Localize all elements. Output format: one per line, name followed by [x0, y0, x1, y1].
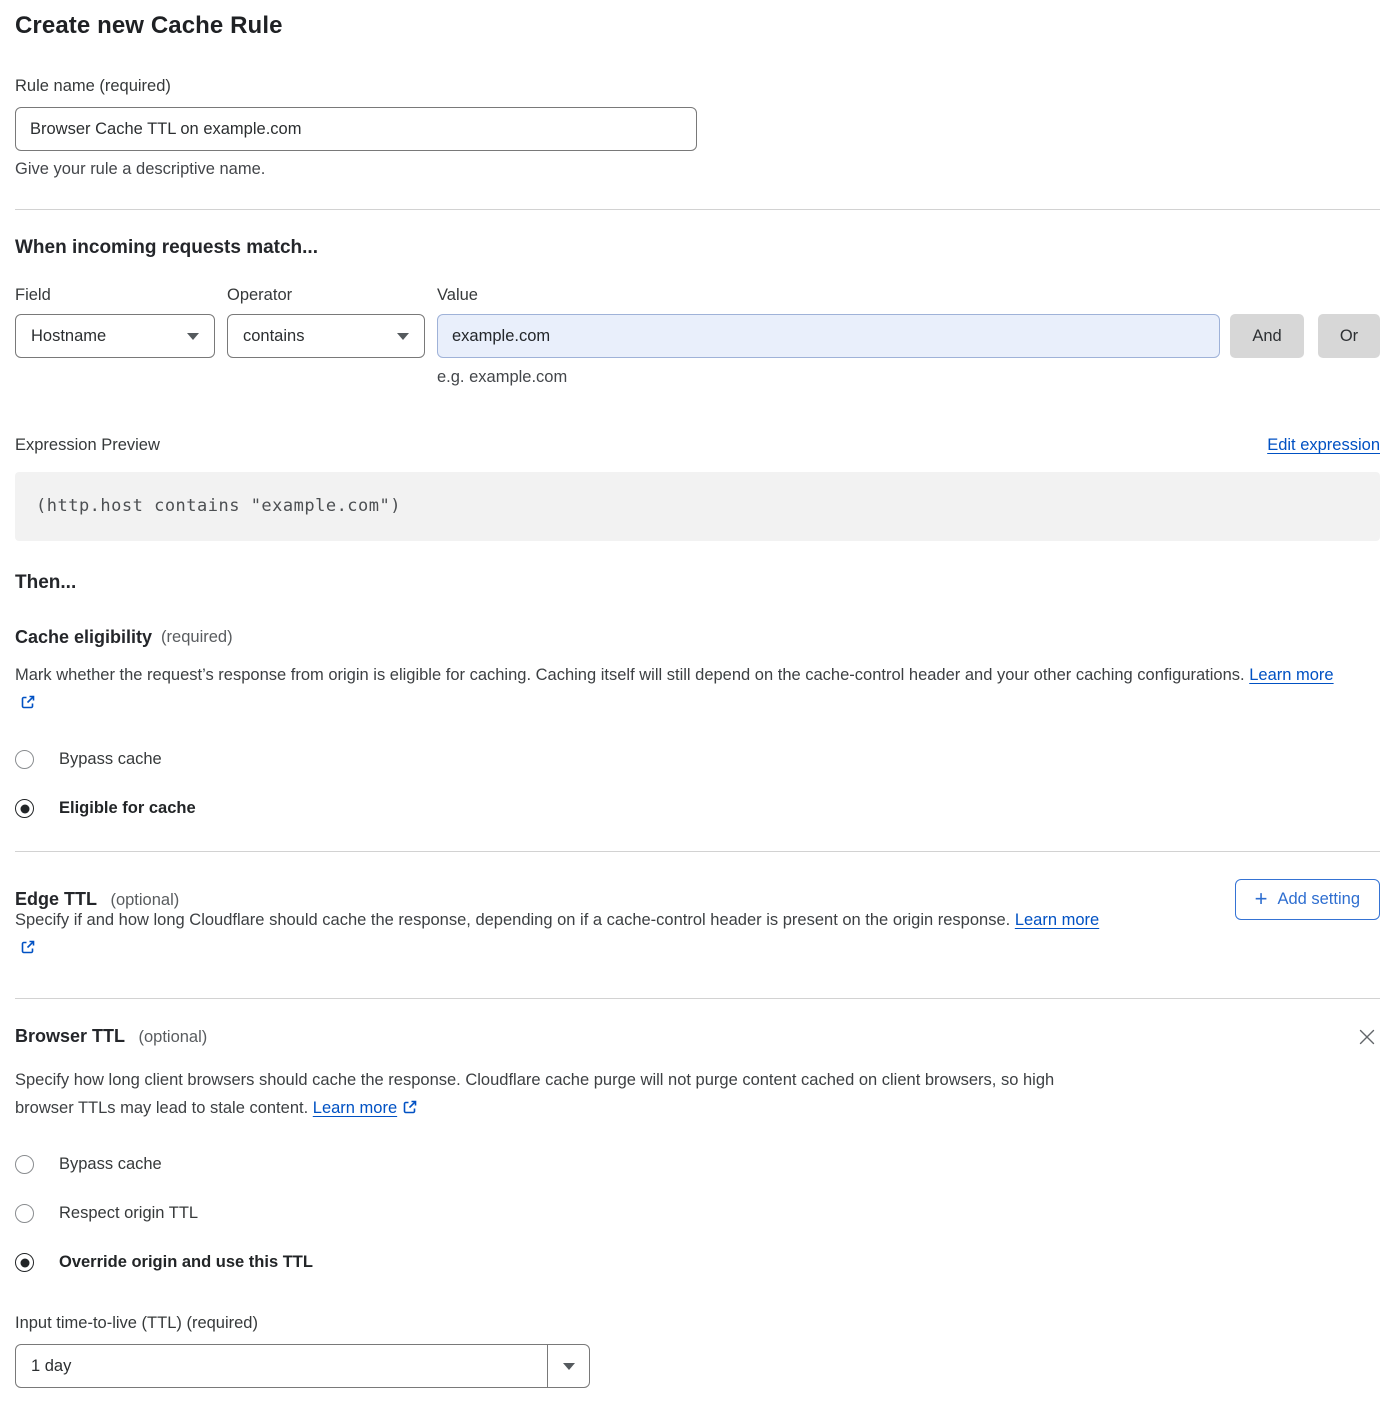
expression-preview-label: Expression Preview: [15, 436, 160, 455]
radio-eligible-for-cache[interactable]: Eligible for cache: [15, 799, 1380, 818]
divider: [15, 998, 1380, 999]
divider: [15, 851, 1380, 852]
cache-eligibility-badge: (required): [161, 628, 233, 647]
cache-eligibility-description: Mark whether the request’s response from…: [15, 661, 1350, 719]
radio-circle-icon: [15, 1155, 34, 1174]
value-input[interactable]: [437, 314, 1220, 358]
create-cache-rule-form: Create new Cache Rule Rule name (require…: [0, 0, 1400, 1408]
field-select-value: Hostname: [31, 327, 106, 346]
browser-ttl-title: Browser TTL: [15, 1026, 125, 1046]
radio-browser-bypass-cache[interactable]: Bypass cache: [15, 1155, 1380, 1174]
match-column-labels: Field Operator Value: [15, 286, 1380, 305]
browser-ttl-description-text: Specify how long client browsers should …: [15, 1071, 1054, 1117]
plus-icon: +: [1255, 888, 1268, 910]
operator-select[interactable]: contains: [227, 314, 425, 358]
browser-ttl-title-group: Browser TTL (optional): [15, 1026, 207, 1047]
radio-circle-icon: [15, 750, 34, 769]
operator-column-label: Operator: [227, 286, 437, 305]
cache-eligibility-description-text: Mark whether the request’s response from…: [15, 666, 1245, 684]
match-condition-row: Hostname contains And Or: [15, 314, 1380, 358]
cache-eligibility-radio-group: Bypass cache Eligible for cache: [15, 750, 1380, 818]
divider: [15, 209, 1380, 210]
browser-ttl-description: Specify how long client browsers should …: [15, 1066, 1100, 1124]
ttl-select-value: 1 day: [16, 1345, 547, 1387]
browser-ttl-header: Browser TTL (optional): [15, 1026, 1380, 1053]
operator-select-value: contains: [243, 327, 304, 346]
ttl-select-arrow-cell[interactable]: [547, 1345, 589, 1387]
browser-ttl-learn-more-link[interactable]: Learn more: [313, 1099, 397, 1117]
edge-ttl-description-text: Specify if and how long Cloudflare shoul…: [15, 911, 1010, 929]
cache-eligibility-title: Cache eligibility: [15, 627, 152, 648]
chevron-down-icon: [563, 1363, 575, 1370]
expression-preview-row: Expression Preview Edit expression: [15, 436, 1380, 455]
browser-ttl-radio-group: Bypass cache Respect origin TTL Override…: [15, 1155, 1380, 1272]
page-title: Create new Cache Rule: [15, 12, 1380, 40]
edge-ttl-description: Specify if and how long Cloudflare shoul…: [15, 906, 1110, 964]
edit-expression-link[interactable]: Edit expression: [1267, 436, 1380, 455]
external-link-icon: [20, 936, 36, 964]
cache-eligibility-learn-more-link[interactable]: Learn more: [1249, 666, 1333, 684]
radio-bypass-cache[interactable]: Bypass cache: [15, 750, 1380, 769]
radio-respect-origin-ttl[interactable]: Respect origin TTL: [15, 1204, 1380, 1223]
rule-name-helper: Give your rule a descriptive name.: [15, 160, 1380, 179]
radio-circle-icon: [15, 799, 34, 818]
or-button[interactable]: Or: [1318, 314, 1380, 358]
then-heading: Then...: [15, 572, 1380, 594]
chevron-down-icon: [397, 333, 409, 340]
browser-ttl-badge: (optional): [138, 1028, 207, 1046]
edge-ttl-learn-more-link[interactable]: Learn more: [1015, 911, 1099, 929]
ttl-select[interactable]: 1 day: [15, 1344, 590, 1388]
add-setting-label: Add setting: [1277, 890, 1360, 909]
external-link-icon: [402, 1096, 418, 1124]
field-column-label: Field: [15, 286, 227, 305]
radio-label: Bypass cache: [59, 750, 162, 769]
match-section-heading: When incoming requests match...: [15, 237, 1380, 259]
value-helper: e.g. example.com: [437, 368, 1380, 387]
radio-override-origin-ttl[interactable]: Override origin and use this TTL: [15, 1253, 1380, 1272]
radio-label: Bypass cache: [59, 1155, 162, 1174]
radio-label: Override origin and use this TTL: [59, 1253, 313, 1272]
radio-label: Eligible for cache: [59, 799, 196, 818]
cache-eligibility-header: Cache eligibility (required): [15, 627, 1380, 648]
ttl-input-label: Input time-to-live (TTL) (required): [15, 1314, 1380, 1333]
value-column-label: Value: [437, 286, 478, 305]
rule-name-label: Rule name (required): [15, 77, 1380, 96]
chevron-down-icon: [187, 333, 199, 340]
radio-circle-icon: [15, 1253, 34, 1272]
radio-label: Respect origin TTL: [59, 1204, 198, 1223]
and-button[interactable]: And: [1230, 314, 1304, 358]
radio-circle-icon: [15, 1204, 34, 1223]
add-setting-button[interactable]: + Add setting: [1235, 879, 1380, 920]
field-select[interactable]: Hostname: [15, 314, 215, 358]
close-icon[interactable]: [1354, 1024, 1380, 1053]
rule-name-input[interactable]: [15, 107, 697, 151]
external-link-icon: [20, 691, 36, 719]
expression-code: (http.host contains "example.com"): [36, 496, 401, 516]
expression-code-box: (http.host contains "example.com"): [15, 472, 1380, 541]
